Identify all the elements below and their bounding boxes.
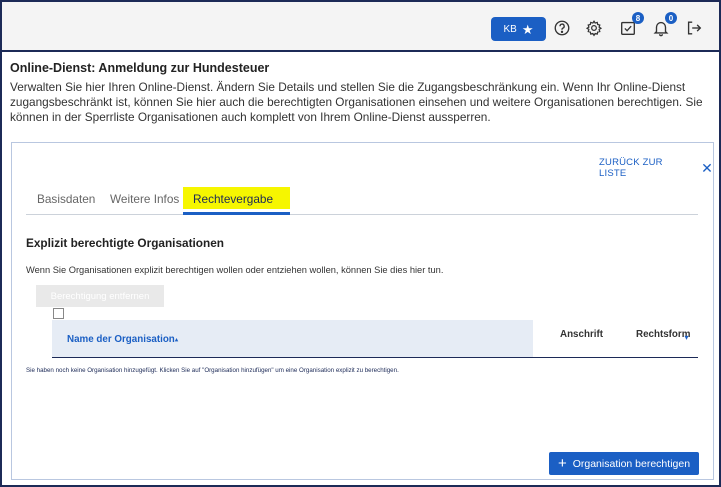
tab-weitere-infos[interactable]: Weitere Infos (110, 192, 179, 206)
close-icon[interactable]: ✕ (701, 161, 713, 175)
tab-basisdaten[interactable]: Basisdaten (37, 192, 95, 206)
column-header-legal-form[interactable]: Rechtsform▾ (636, 329, 691, 342)
help-icon[interactable] (552, 18, 572, 38)
column-name-label: Name der Organisation (67, 334, 175, 345)
gear-icon[interactable] (584, 18, 604, 38)
tab-bar: Basisdaten Weitere Infos Rechtevergabe (26, 183, 698, 215)
page-description: Verwalten Sie hier Ihren Online-Dienst. … (10, 80, 703, 124)
notifications-badge: 0 (665, 12, 677, 24)
table-divider (52, 357, 698, 358)
sort-icon: ▾ (684, 333, 689, 342)
section-title: Explizit berechtigte Organisationen (26, 236, 224, 250)
add-organisation-button[interactable]: + Organisation berechtigen (549, 452, 699, 475)
plus-icon: + (557, 455, 567, 472)
column-header-name[interactable]: Name der Organisation▴ (67, 334, 178, 345)
user-menu-button[interactable]: KB ★ (491, 17, 546, 41)
tab-rechtevergabe[interactable]: Rechtevergabe (193, 192, 273, 206)
back-to-list-label: ZURÜCK ZUR LISTE (599, 157, 663, 179)
user-initials: KB (503, 23, 517, 35)
service-card: ZURÜCK ZUR LISTE ✕ Basisdaten Weitere In… (11, 142, 714, 480)
sort-icon: ▴ (174, 336, 179, 344)
add-organisation-label: Organisation berechtigen (572, 457, 691, 470)
section-description: Wenn Sie Organisationen explizit berecht… (26, 265, 444, 275)
page-title: Online-Dienst: Anmeldung zur Hundesteuer (10, 61, 270, 75)
column-header-address[interactable]: Anschrift (560, 329, 603, 340)
bell-icon[interactable]: 0 (651, 12, 677, 38)
top-bar: KB ★ 8 0 (2, 2, 719, 52)
remove-permission-button[interactable]: Berechtigung entfernen (36, 285, 164, 307)
star-icon: ★ (521, 21, 534, 37)
logout-icon[interactable] (684, 18, 704, 38)
select-all-checkbox[interactable] (53, 308, 64, 319)
empty-table-message: Sie haben noch keine Organisation hinzug… (26, 367, 399, 374)
active-tab-indicator (183, 212, 290, 215)
back-to-list-link[interactable]: ZURÜCK ZUR LISTE ✕ (599, 157, 713, 179)
tasks-icon[interactable]: 8 (618, 12, 644, 38)
table-header: Name der Organisation▴ (52, 320, 533, 357)
column-legal-form-label: Rechtsform (636, 329, 691, 340)
tasks-badge: 8 (632, 12, 644, 24)
